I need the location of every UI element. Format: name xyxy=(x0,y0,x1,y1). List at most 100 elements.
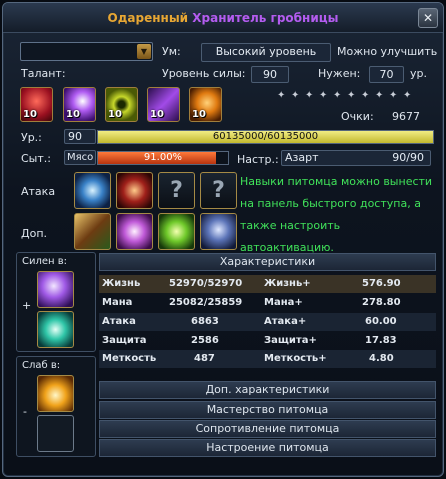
strong-against-panel: Силен в: + xyxy=(16,252,96,352)
stat-row: Меткость 487 Меткость+ 4.80 xyxy=(99,350,436,368)
title-bar[interactable]: Одаренный Хранитель гробницы ✕ xyxy=(3,3,443,33)
close-button[interactable]: ✕ xyxy=(418,8,438,28)
pet-mastery-header[interactable]: Мастерство питомца xyxy=(99,401,436,419)
close-icon: ✕ xyxy=(422,11,434,25)
weak-sign: - xyxy=(23,405,27,418)
star-icon: ✦ xyxy=(333,90,342,101)
star-icon: ✦ xyxy=(277,90,286,101)
star-icon: ✦ xyxy=(403,90,412,101)
window-title: Одаренный Хранитель гробницы xyxy=(3,11,443,25)
strong-label: Силен в: xyxy=(22,256,68,267)
star-rating: ✦ ✦ ✦ ✦ ✦ ✦ ✦ ✦ ✦ ✦ xyxy=(277,91,427,103)
arcane-orbit-skill-icon[interactable] xyxy=(116,213,153,250)
title-rank: Одаренный xyxy=(107,11,189,25)
star-icon: ✦ xyxy=(319,90,328,101)
weak-label: Слаб в: xyxy=(22,360,61,371)
orange-swirl-talent-icon[interactable]: 10 xyxy=(189,87,222,122)
need-value: 70 xyxy=(369,66,404,83)
stat-name: Жизнь xyxy=(102,278,141,289)
star-icon: ✦ xyxy=(347,90,356,101)
question-mark-icon: ? xyxy=(170,178,183,203)
power-level-value: 90 xyxy=(251,66,289,83)
need-suffix: ур. xyxy=(410,67,427,80)
weak-against-panel: Слаб в: - xyxy=(16,356,96,457)
strong-sign: + xyxy=(22,299,32,312)
need-label: Нужен: xyxy=(318,67,361,80)
wolf-howl-skill-icon[interactable] xyxy=(200,213,237,250)
power-level-label: Уровень силы: xyxy=(162,67,246,80)
points-label: Очки: xyxy=(341,110,374,123)
satiety-label: Сыт.: xyxy=(21,152,51,165)
stat-name: Защита xyxy=(102,335,147,346)
red-wings-skill-icon[interactable] xyxy=(116,172,153,209)
intellect-value: Высокий уровень xyxy=(201,43,331,62)
satiety-percent: 91.00% xyxy=(143,152,183,163)
star-icon: ✦ xyxy=(291,90,300,101)
pet-resistance-header[interactable]: Сопротивление питомца xyxy=(99,420,436,438)
level-label: Ур.: xyxy=(21,131,42,144)
level-value: 90 xyxy=(64,129,96,144)
talent-level: 10 xyxy=(192,109,206,120)
star-icon: ✦ xyxy=(305,90,314,101)
extra-skills-label: Доп. xyxy=(21,227,48,240)
attack-skills-label: Атака xyxy=(21,185,56,198)
talent-level: 10 xyxy=(23,109,37,120)
pet-select-dropdown[interactable]: ▼ xyxy=(20,42,153,61)
skills-info-text: Навыки питомца можно вынести на панель б… xyxy=(240,175,433,254)
mood-box: Азарт 90/90 xyxy=(281,150,431,166)
star-icon: ✦ xyxy=(361,90,370,101)
golden-sun-icon xyxy=(37,375,74,412)
chevron-down-icon[interactable]: ▼ xyxy=(137,44,151,59)
unknown-skill-icon[interactable]: ? xyxy=(158,172,195,209)
stat-value: 2586 xyxy=(191,335,219,346)
pet-mood-header[interactable]: Настроение питомца xyxy=(99,439,436,457)
title-pet-name: Хранитель гробницы xyxy=(192,11,339,25)
unknown-skill-icon[interactable]: ? xyxy=(200,172,237,209)
stat-row: Мана 25082/25859 Мана+ 278.80 xyxy=(99,294,436,312)
stat-value-plus: 17.83 xyxy=(365,335,397,346)
star-icon: ✦ xyxy=(375,90,384,101)
talent-level: 10 xyxy=(66,109,80,120)
satiety-bar: 91.00% xyxy=(97,151,229,165)
mood-label: Настр.: xyxy=(237,153,279,166)
talent-label: Талант: xyxy=(21,67,66,80)
stat-value: 52970/52970 xyxy=(169,278,243,289)
stat-value: 25082/25859 xyxy=(169,297,243,308)
points-value: 9677 xyxy=(392,110,420,123)
star-icon: ✦ xyxy=(389,90,398,101)
mood-value: Азарт xyxy=(285,151,319,164)
mood-amount: 90/90 xyxy=(392,151,424,164)
stat-name-plus: Атака+ xyxy=(264,316,307,327)
stat-name-plus: Защита+ xyxy=(264,335,317,346)
talent-level: 10 xyxy=(108,109,122,120)
stat-value: 6863 xyxy=(191,316,219,327)
extra-characteristics-header[interactable]: Доп. характеристики xyxy=(99,381,436,399)
teal-vortex-icon xyxy=(37,311,74,348)
lightning-claw-skill-icon[interactable] xyxy=(74,172,111,209)
characteristics-header[interactable]: Характеристики xyxy=(99,253,436,271)
stat-name-plus: Мана+ xyxy=(264,297,303,308)
stat-row: Защита 2586 Защита+ 17.83 xyxy=(99,332,436,350)
green-eye-talent-icon[interactable]: 10 xyxy=(105,87,138,122)
food-type: Мясо xyxy=(64,150,96,165)
stat-name-plus: Жизнь+ xyxy=(264,278,311,289)
purple-moon-icon xyxy=(37,271,74,308)
stat-name: Атака xyxy=(102,316,136,327)
stat-name-plus: Меткость+ xyxy=(264,353,327,364)
stat-row: Жизнь 52970/52970 Жизнь+ 576.90 xyxy=(99,275,436,293)
earth-guard-skill-icon[interactable] xyxy=(74,213,111,250)
question-mark-icon: ? xyxy=(212,178,225,203)
talent-level: 10 xyxy=(150,109,164,120)
purple-slash-talent-icon[interactable]: 10 xyxy=(147,87,180,122)
stat-name: Мана xyxy=(102,297,133,308)
stat-value-plus: 278.80 xyxy=(362,297,401,308)
stat-name: Меткость xyxy=(102,353,157,364)
empty-slot xyxy=(37,415,74,452)
nature-burst-skill-icon[interactable] xyxy=(158,213,195,250)
experience-text: 60135000/60135000 xyxy=(212,131,319,142)
improve-link[interactable]: Можно улучшить xyxy=(337,45,437,58)
experience-bar: 60135000/60135000 xyxy=(97,130,434,144)
purple-burst-talent-icon[interactable]: 10 xyxy=(63,87,96,122)
red-flame-talent-icon[interactable]: 10 xyxy=(20,87,53,122)
stat-row: Атака 6863 Атака+ 60.00 xyxy=(99,313,436,331)
